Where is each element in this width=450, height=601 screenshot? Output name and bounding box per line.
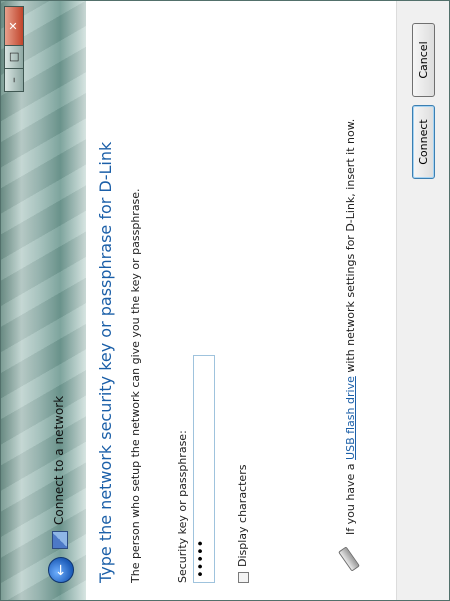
dialog-content: Type the network security key or passphr… [86, 0, 396, 601]
back-arrow-icon[interactable]: ← [48, 557, 74, 583]
page-heading: Type the network security key or passphr… [96, 141, 115, 583]
usb-flash-drive-link[interactable]: USB flash drive [344, 376, 357, 460]
title-bar: ← Connect to a network – □ ✕ [0, 0, 87, 601]
window-title: Connect to a network [52, 395, 66, 525]
button-bar: Connect Cancel [396, 0, 450, 601]
dialog-window: ← Connect to a network – □ ✕ Type the ne… [0, 0, 450, 601]
connect-button[interactable]: Connect [412, 105, 435, 179]
instruction-text: The person who setup the network can giv… [129, 188, 142, 583]
window-controls: – □ ✕ [4, 6, 24, 92]
network-icon [52, 531, 68, 549]
close-button[interactable]: ✕ [4, 6, 24, 46]
security-key-label: Security key or passphrase: [176, 430, 189, 583]
maximize-button[interactable]: □ [4, 45, 24, 69]
usb-hint-prefix: If you have a [344, 459, 357, 535]
display-characters-label[interactable]: Display characters [236, 465, 249, 567]
usb-hint-suffix: with network settings for D-Link, insert… [344, 118, 357, 377]
security-key-input[interactable]: ••••• [193, 355, 215, 583]
cancel-button[interactable]: Cancel [412, 23, 435, 97]
usb-hint: If you have a USB flash drive with netwo… [344, 119, 357, 535]
usb-drive-icon [338, 546, 360, 572]
minimize-button[interactable]: – [4, 68, 24, 92]
display-characters-checkbox[interactable] [238, 572, 249, 583]
